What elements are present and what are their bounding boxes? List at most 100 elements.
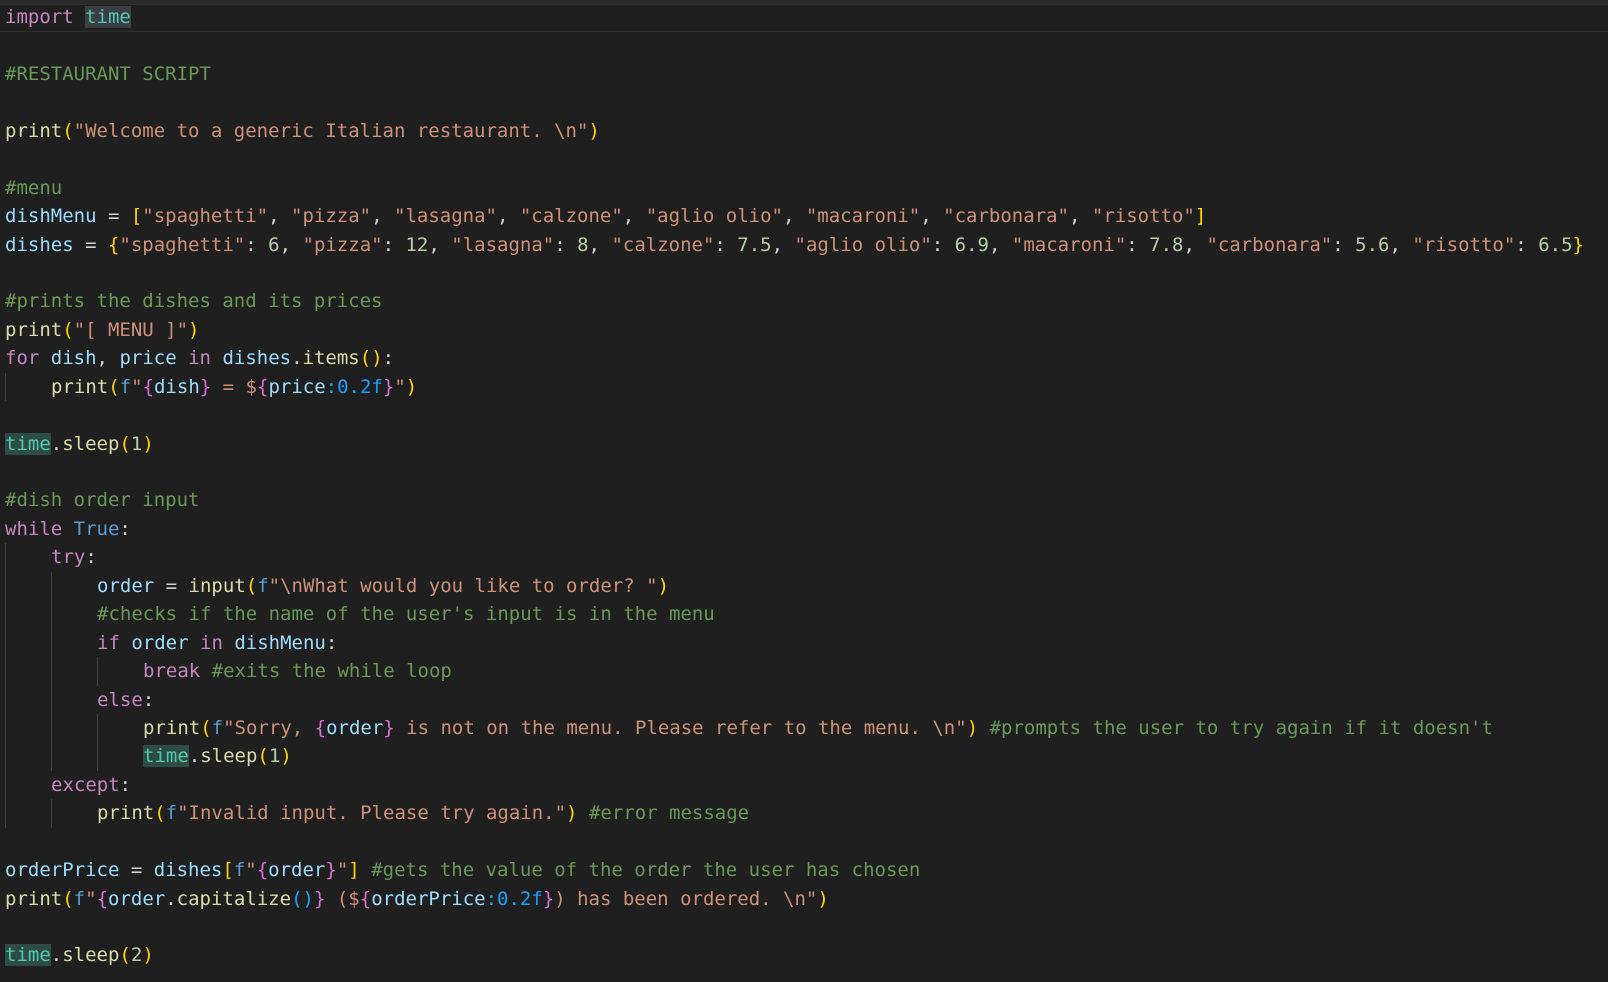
code-token-plain: : (1515, 233, 1539, 256)
code-token-plain: = (154, 574, 189, 597)
code-token-plain: : (382, 347, 395, 370)
code-token-bracket1: ) (588, 119, 600, 142)
indent-guide (5, 571, 51, 601)
code-line[interactable]: else: (5, 685, 1584, 714)
code-line[interactable]: print(f"Invalid input. Please try again.… (5, 799, 1584, 828)
code-line[interactable]: time.sleep(2) (5, 941, 1584, 969)
code-token-bracket2: } (383, 716, 395, 739)
code-token-comment: #error message (588, 802, 750, 825)
code-line[interactable]: #prints the dishes and its prices (5, 287, 1584, 315)
code-token-string: "Welcome to a generic Italian restaurant… (73, 119, 589, 142)
code-line[interactable]: #dish order input (5, 486, 1584, 514)
code-token-bracket1: ( (200, 716, 212, 739)
code-token-variable: dishes (5, 233, 74, 256)
code-line[interactable]: print(f"{order.capitalize()} (${orderPri… (5, 885, 1584, 913)
code-line[interactable]: #RESTAURANT SCRIPT (5, 60, 1584, 88)
code-line[interactable]: dishMenu = ["spaghetti", "pizza", "lasag… (5, 202, 1584, 230)
code-token-bracket1: ( (245, 574, 258, 597)
code-token-variable: orderPrice (371, 887, 486, 910)
indent-guide (5, 372, 51, 402)
code-token-number: 5.6 (1355, 233, 1390, 256)
code-line[interactable]: import time (5, 3, 1584, 31)
code-line[interactable]: print(f"{dish} = ${price:0.2f}") (5, 372, 1584, 402)
code-token-string: "spaghetti" (119, 233, 246, 256)
code-line[interactable] (5, 145, 1584, 173)
code-line[interactable]: dishes = {"spaghetti": 6, "pizza": 12, "… (5, 231, 1584, 259)
code-token-bracket1: ) (371, 347, 383, 370)
code-line[interactable]: order = input(f"\nWhat would you like to… (5, 571, 1584, 601)
code-line[interactable]: time.sleep(1) (5, 742, 1584, 771)
code-token-keyword: for (5, 347, 40, 370)
code-token-function: print (5, 119, 63, 142)
code-area[interactable]: import time #RESTAURANT SCRIPT print("Welc… (5, 3, 1584, 970)
code-line[interactable] (5, 259, 1584, 287)
code-token-string: ($ (325, 887, 360, 910)
code-token-variable: order (268, 859, 326, 882)
indent-guide (5, 685, 51, 714)
code-line[interactable]: time.sleep(1) (5, 430, 1584, 458)
code-token-keyword: break (143, 660, 201, 683)
code-line[interactable]: orderPrice = dishes[f"{order}"] #gets th… (5, 856, 1584, 884)
code-line[interactable]: except: (5, 770, 1584, 800)
code-token-keyword: while (5, 517, 63, 540)
code-token-number: 7.5 (737, 233, 772, 256)
code-token-string: "\nWhat would you like to order? " (268, 574, 658, 597)
code-line[interactable]: for dish, price in dishes.items(): (5, 344, 1584, 372)
code-token-plain: , (1389, 233, 1413, 256)
code-token-bracket1: ( (119, 432, 131, 455)
code-line[interactable]: if order in dishMenu: (5, 628, 1584, 658)
code-token-plain: , (771, 233, 795, 256)
code-line[interactable]: while True: (5, 515, 1584, 543)
code-token-string: "risotto" (1412, 233, 1516, 256)
code-token-plain: , (1068, 205, 1092, 228)
code-line[interactable] (5, 913, 1584, 941)
code-token-bracket2: { (96, 887, 109, 910)
code-line[interactable] (5, 458, 1584, 486)
code-token-plain: : (382, 233, 406, 256)
code-line[interactable] (5, 401, 1584, 429)
code-token-bracket2: { (142, 375, 155, 398)
code-token-string: "pizza" (302, 233, 383, 256)
code-line[interactable]: print("[ MENU ]") (5, 316, 1584, 344)
code-token-plain: , (371, 205, 394, 228)
code-line[interactable]: #checks if the name of the user's input … (5, 600, 1584, 629)
code-line[interactable]: print("Welcome to a generic Italian rest… (5, 117, 1584, 145)
code-token-bracket1: ) (657, 574, 670, 597)
code-token-function: print (143, 716, 201, 739)
code-line[interactable] (5, 31, 1584, 59)
code-token-plain: : (1332, 233, 1356, 256)
code-line[interactable]: #menu (5, 174, 1584, 202)
indent-guide (5, 600, 51, 629)
code-token-string: "carbonara" (1206, 233, 1333, 256)
code-token-string: " (394, 375, 406, 398)
code-token-number: 1 (130, 432, 143, 455)
code-token-string: "Sorry, (223, 716, 315, 739)
code-token-bracket1: ) (817, 887, 829, 910)
code-line[interactable] (5, 88, 1584, 116)
indent-guide (5, 742, 51, 771)
code-token-plain: . (188, 745, 201, 768)
code-token-string: is not on the menu. Please refer to the … (394, 716, 967, 739)
code-line[interactable]: try: (5, 543, 1584, 572)
code-editor[interactable]: import time #RESTAURANT SCRIPT print("Welc… (0, 0, 1608, 982)
code-token-string: " (336, 859, 349, 882)
code-token-plain: . (50, 432, 63, 455)
code-token-number: 2 (130, 944, 143, 967)
code-token-number: 1 (268, 745, 281, 768)
code-token-bracket1: ) (405, 375, 418, 398)
code-token-keyword: try (51, 546, 86, 569)
indent-guide (5, 799, 51, 828)
indent-guide (5, 770, 51, 800)
code-token-function: print (97, 802, 155, 825)
code-token-comment: #dish order input (5, 489, 200, 512)
code-token-comment: #prompts the user to try again if it doe… (989, 716, 1493, 739)
code-token-plain: = (119, 859, 154, 882)
code-token-plain: : (245, 233, 269, 256)
code-line[interactable]: break #exits the while loop (5, 657, 1584, 686)
indent-guide (51, 713, 97, 743)
code-line[interactable] (5, 828, 1584, 856)
indent-guide (51, 571, 97, 601)
code-line[interactable]: print(f"Sorry, {order} is not on the men… (5, 713, 1584, 743)
